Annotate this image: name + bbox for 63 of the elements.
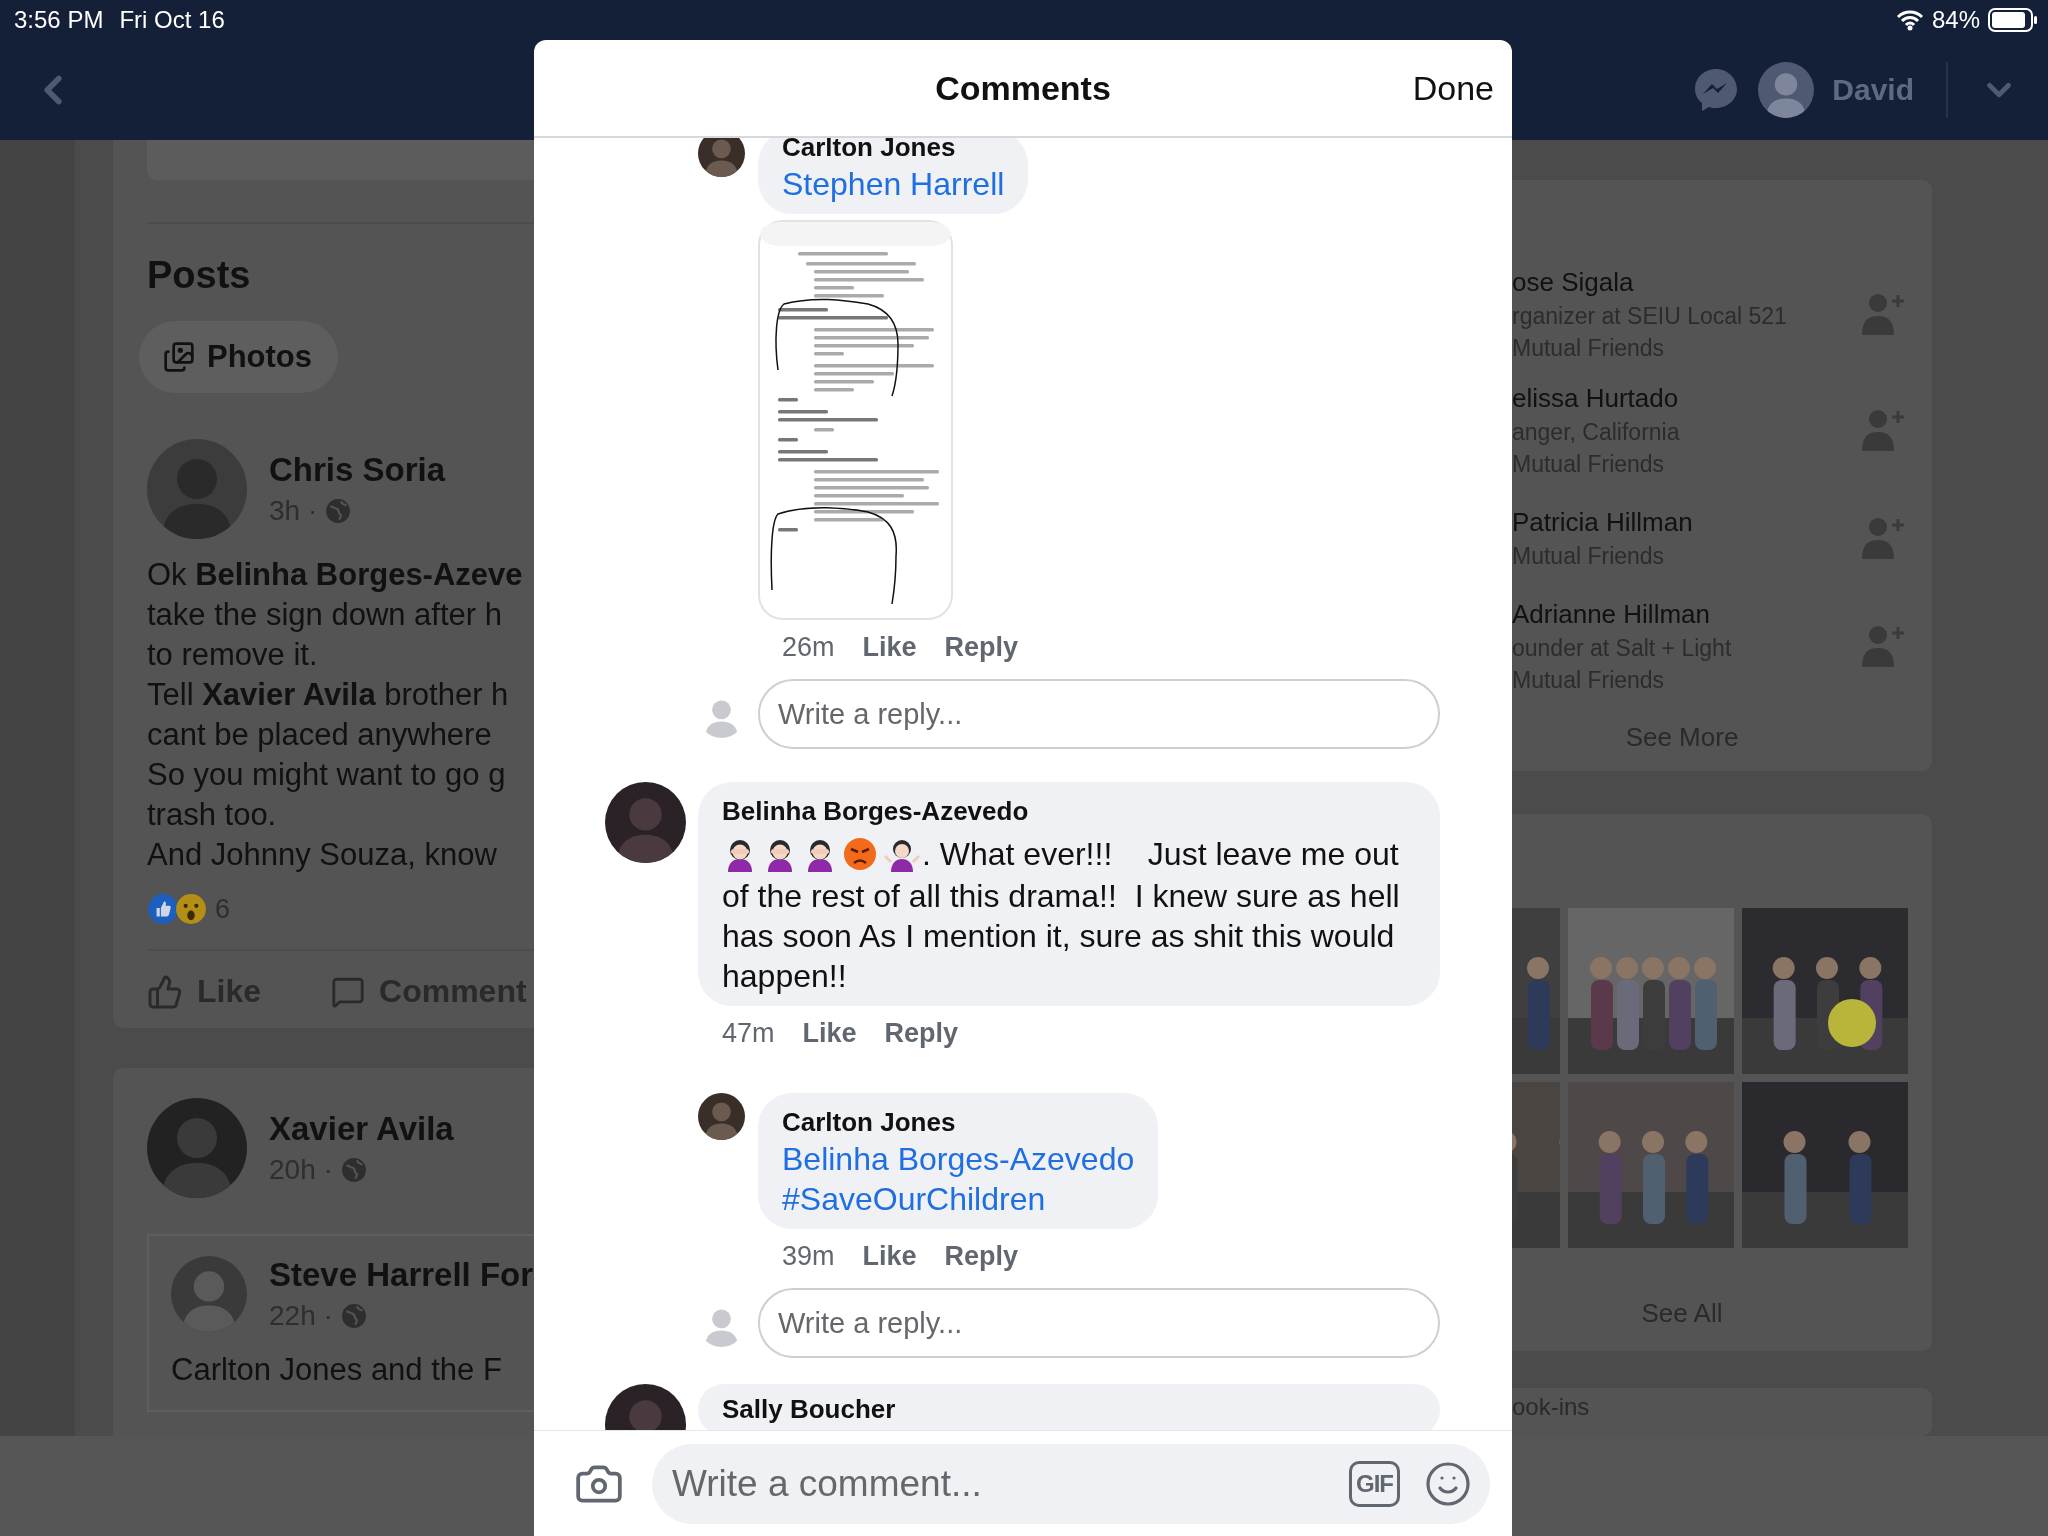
author-name[interactable]: Sally Boucher (722, 1392, 1416, 1426)
status-time: 3:56 PM (14, 6, 104, 34)
photos-filter-button[interactable]: Photos (139, 321, 339, 393)
reply-link[interactable]: Reply (944, 1241, 1019, 1272)
post-text: to remove it. (147, 636, 319, 674)
avatar (698, 138, 745, 177)
gif-button[interactable]: GIF (1349, 1460, 1400, 1507)
author-name[interactable]: Carlton Jones (782, 1105, 1135, 1139)
post-text: Carlton Jones and the F (171, 1351, 503, 1389)
globe-icon (340, 1303, 367, 1329)
comment-text: of the rest of all this drama!! I knew sure as hell has soon As I mention it, sure as shit this would happen!! (722, 877, 1401, 996)
person-name[interactable]: elissa Hurtado (1512, 382, 1680, 414)
reply-field[interactable]: Write a reply... (758, 679, 1440, 749)
post-text: Tell Xavier Avila brother h (147, 676, 510, 714)
section-title: Posts (147, 254, 252, 297)
post-text: And Johnny Souza, know (147, 836, 498, 874)
like-reaction-icon (147, 893, 179, 925)
mention-link[interactable]: Stephen Harrell (782, 164, 1005, 204)
avatar (698, 1093, 745, 1140)
author-name[interactable]: Belinha Borges-Azevedo (722, 794, 1416, 828)
comment-time: 39m (782, 1241, 835, 1272)
post-text: trash too. (147, 796, 278, 834)
photos-icon (163, 341, 195, 373)
post-author[interactable]: Xavier Avila (269, 1110, 454, 1148)
post-text: take the sign down after h (147, 596, 503, 634)
add-friend-icon[interactable] (1860, 515, 1906, 561)
comment-time: 47m (722, 1018, 775, 1049)
add-friend-icon[interactable] (1860, 291, 1906, 337)
emoji-icon[interactable] (1424, 1459, 1472, 1508)
comment-text: . What ever!!! Just leave me out (922, 835, 1399, 874)
post-text: Ok Belinha Borges-Azeve (147, 556, 524, 594)
person-name[interactable]: ose Sigala (1512, 266, 1787, 298)
post-author[interactable]: Steve Harrell For (269, 1256, 534, 1294)
globe-icon (325, 498, 352, 524)
wow-reaction-icon (175, 893, 207, 925)
post-text: cant be placed anywhere (147, 716, 493, 754)
done-button[interactable]: Done (1412, 68, 1494, 108)
post-author[interactable]: Chris Soria (269, 451, 446, 489)
comment-field[interactable]: Write a comment... GIF (652, 1443, 1490, 1524)
modal-title: Comments (935, 68, 1111, 108)
author-name[interactable]: Carlton Jones (782, 138, 1005, 164)
comment-time: 26m (782, 632, 835, 663)
mention-link[interactable]: Belinha Borges-Azevedo (782, 1139, 1135, 1179)
like-link[interactable]: Like (802, 1018, 857, 1049)
reply-field[interactable]: Write a reply... (758, 1288, 1440, 1358)
person-name[interactable]: Patricia Hillman (1512, 506, 1693, 538)
battery-icon (1988, 8, 2038, 32)
like-icon (147, 973, 183, 1010)
reply-link[interactable]: Reply (944, 632, 1019, 663)
reply-link[interactable]: Reply (884, 1018, 959, 1049)
mention-link[interactable]: #SaveOurChildren (782, 1179, 1135, 1219)
add-friend-icon[interactable] (1860, 623, 1906, 669)
like-link[interactable]: Like (862, 1241, 917, 1272)
globe-icon (340, 1157, 367, 1183)
status-date: Fri Oct 16 (119, 6, 225, 34)
user-name[interactable]: David (1832, 73, 1914, 107)
post-text: So you might want to go g (147, 756, 507, 794)
person-name[interactable]: Adrianne Hillman (1512, 598, 1732, 630)
battery-percent: 84% (1931, 6, 1980, 34)
like-link[interactable]: Like (862, 632, 917, 663)
angry-face-icon (842, 836, 878, 872)
wifi-icon (1895, 9, 1924, 31)
add-friend-icon[interactable] (1860, 407, 1906, 453)
